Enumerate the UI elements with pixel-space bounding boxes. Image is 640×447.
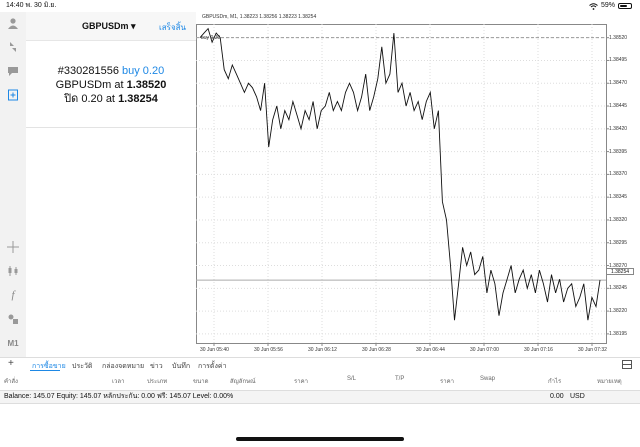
panel-header: GBPUSDm ▾ เสร็จสิ้น xyxy=(26,12,196,41)
time-axis-label: 30 Jun 07:00 xyxy=(470,347,499,353)
col-type: ประเภท xyxy=(147,379,168,385)
tab-history[interactable]: ประวัติ xyxy=(72,361,92,372)
col-time: เวลา xyxy=(112,379,125,385)
tab-journal[interactable]: บันทึก xyxy=(172,361,190,372)
price-axis-label: 1.38370 xyxy=(609,171,628,178)
order-result-panel: GBPUSDm ▾ เสร็จสิ้น #330281556 buy 0.20 … xyxy=(26,12,196,128)
price-axis-label: 1.38520 xyxy=(609,34,628,41)
plot-frame xyxy=(196,24,607,344)
order-side: buy 0.20 xyxy=(122,65,165,77)
new-order-icon[interactable] xyxy=(6,88,20,102)
col-comment: หมายเหตุ xyxy=(597,379,622,385)
timeframe-button[interactable]: M1 xyxy=(6,336,20,350)
close-line-prefix: ปิด 0.20 at xyxy=(64,93,115,105)
time-axis-label: 30 Jun 06:44 xyxy=(416,347,445,353)
time-axis-label: 30 Jun 07:32 xyxy=(578,347,607,353)
price-axis-label: 1.38245 xyxy=(609,285,628,292)
currency: USD xyxy=(570,393,585,400)
status-time: 14:40 พ. 30 มิ.ย. xyxy=(6,2,57,9)
active-tab-underline xyxy=(30,370,60,371)
add-icon[interactable]: + xyxy=(8,358,14,369)
total-profit: 0.00 xyxy=(550,393,564,400)
price-axis-label: 1.38295 xyxy=(609,239,628,246)
time-axis-label: 30 Jun 06:28 xyxy=(362,347,391,353)
trade-arrows-icon[interactable] xyxy=(6,40,20,54)
balance-bar: Balance: 145.07 Equity: 145.07 หลักประกั… xyxy=(0,390,640,404)
chart-title: GBPUSDm, M1, 1.38223 1.38256 1.38223 1.3… xyxy=(202,14,317,20)
col-tp: T/P xyxy=(395,376,405,382)
left-toolbar: f M1 xyxy=(0,12,27,357)
price-axis-label: 1.38445 xyxy=(609,103,628,110)
candlestick-icon[interactable] xyxy=(6,264,20,278)
price-axis-label: 1.38320 xyxy=(609,216,628,223)
tab-news[interactable]: ข่าว xyxy=(150,361,163,372)
tab-mailbox[interactable]: กล่องจดหมาย xyxy=(102,361,144,372)
price-axis-label: 1.38470 xyxy=(609,80,628,87)
price-chart[interactable]: GBPUSDm, M1, 1.38223 1.38256 1.38223 1.3… xyxy=(196,12,640,357)
col-sl: S/L xyxy=(347,376,357,382)
time-axis-label: 30 Jun 07:16 xyxy=(524,347,553,353)
home-indicator[interactable] xyxy=(236,437,404,441)
panel-background xyxy=(26,128,196,357)
price-axis-label: 1.38495 xyxy=(609,57,628,64)
battery-percent: 59% xyxy=(600,2,615,9)
account-icon[interactable] xyxy=(6,16,20,30)
col-symbol: สัญลักษณ์ xyxy=(230,379,256,385)
crosshair-icon[interactable] xyxy=(6,240,20,254)
bottom-tabs: + การซื้อขาย ประวัติ กล่องจดหมาย ข่าว บั… xyxy=(0,357,640,372)
col-size: ขนาด xyxy=(193,379,209,385)
current-price-tag: 1.38254 xyxy=(606,268,634,275)
status-bar: 14:40 พ. 30 มิ.ย. 59% xyxy=(0,0,640,12)
chat-icon[interactable] xyxy=(6,64,20,78)
col-current-price: ราคา xyxy=(440,379,454,385)
col-swap: Swap xyxy=(480,376,496,382)
price-axis-label: 1.38395 xyxy=(609,148,628,155)
price-axis-label: 1.38420 xyxy=(609,125,628,132)
tab-settings[interactable]: การตั้งค่า xyxy=(198,361,227,372)
col-price: ราคา xyxy=(294,379,308,385)
col-profit: กำไร xyxy=(548,379,562,385)
time-axis-label: 30 Jun 05:56 xyxy=(254,347,283,353)
volume-level-label: buy 0.20 xyxy=(201,35,221,41)
objects-icon[interactable] xyxy=(6,312,20,326)
order-message: #330281556 buy 0.20 GBPUSDm at 1.38520 ป… xyxy=(26,64,196,106)
time-axis-label: 30 Jun 05:40 xyxy=(200,347,229,353)
chart-canvas[interactable] xyxy=(196,12,640,357)
wifi-icon xyxy=(589,2,598,10)
price-axis-label: 1.38345 xyxy=(609,194,628,201)
price-axis-label: 1.38220 xyxy=(609,308,628,315)
battery-icon xyxy=(618,3,632,9)
price-axis-label: 1.38195 xyxy=(609,330,628,337)
col-order: คำสั่ง xyxy=(4,379,18,385)
time-axis-label: 30 Jun 06:12 xyxy=(308,347,337,353)
done-button[interactable]: เสร็จสิ้น xyxy=(159,21,186,34)
symbol-selector[interactable]: GBPUSDm ▾ xyxy=(82,21,136,32)
indicators-icon[interactable]: f xyxy=(6,288,20,302)
open-price: 1.38520 xyxy=(126,79,167,91)
close-price: 1.38254 xyxy=(118,93,158,105)
order-ticket: #330281556 xyxy=(57,65,119,77)
window-layout-icon[interactable] xyxy=(622,360,632,369)
open-line-prefix: GBPUSDm at xyxy=(55,79,124,91)
balance-summary: Balance: 145.07 Equity: 145.07 หลักประกั… xyxy=(4,393,234,400)
trade-table-header: คำสั่ง เวลา ประเภท ขนาด สัญลักษณ์ ราคา S… xyxy=(0,376,640,386)
